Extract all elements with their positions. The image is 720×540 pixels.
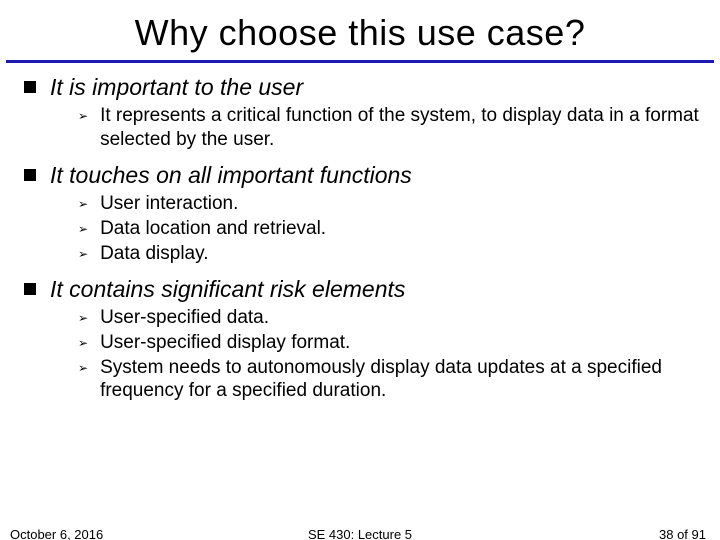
list-item: ➢ User-specified data.: [78, 306, 700, 330]
triangle-bullet-icon: ➢: [78, 109, 88, 123]
title-text: Why choose this use case?: [135, 12, 586, 53]
triangle-bullet-icon: ➢: [78, 222, 88, 236]
triangle-bullet-icon: ➢: [78, 336, 88, 350]
sub-list-3: ➢ User-specified data. ➢ User-specified …: [78, 306, 700, 403]
title-rule: [6, 60, 714, 63]
square-bullet-icon: [24, 169, 36, 181]
triangle-bullet-icon: ➢: [78, 197, 88, 211]
list-item: ➢ User-specified display format.: [78, 331, 700, 355]
square-bullet-icon: [24, 81, 36, 93]
slide: Why choose this use case? It is importan…: [0, 12, 720, 540]
bullet-section-1: It is important to the user: [24, 73, 700, 102]
sub-item-text: User interaction.: [100, 192, 238, 216]
sub-item-text: User-specified display format.: [100, 331, 350, 355]
bullet-section-2: It touches on all important functions: [24, 161, 700, 190]
sub-item-text: Data display.: [100, 242, 208, 266]
footer-center: SE 430: Lecture 5: [0, 527, 720, 540]
sub-item-text: Data location and retrieval.: [100, 217, 326, 241]
list-item: ➢ User interaction.: [78, 192, 700, 216]
sub-list-1: ➢ It represents a critical function of t…: [78, 104, 700, 152]
triangle-bullet-icon: ➢: [78, 311, 88, 325]
triangle-bullet-icon: ➢: [78, 247, 88, 261]
sub-list-2: ➢ User interaction. ➢ Data location and …: [78, 192, 700, 265]
content-area: It is important to the user ➢ It represe…: [0, 73, 720, 403]
list-item: ➢ System needs to autonomously display d…: [78, 356, 700, 404]
square-bullet-icon: [24, 283, 36, 295]
section-heading: It touches on all important functions: [50, 161, 412, 190]
list-item: ➢ Data location and retrieval.: [78, 217, 700, 241]
list-item: ➢ It represents a critical function of t…: [78, 104, 700, 152]
triangle-bullet-icon: ➢: [78, 361, 88, 375]
slide-title: Why choose this use case?: [0, 12, 720, 54]
list-item: ➢ Data display.: [78, 242, 700, 266]
footer-page-number: 38 of 91: [659, 527, 706, 540]
sub-item-text: User-specified data.: [100, 306, 269, 330]
sub-item-text: It represents a critical function of the…: [100, 104, 700, 152]
sub-item-text: System needs to autonomously display dat…: [100, 356, 700, 404]
section-heading: It is important to the user: [50, 73, 303, 102]
bullet-section-3: It contains significant risk elements: [24, 275, 700, 304]
section-heading: It contains significant risk elements: [50, 275, 405, 304]
